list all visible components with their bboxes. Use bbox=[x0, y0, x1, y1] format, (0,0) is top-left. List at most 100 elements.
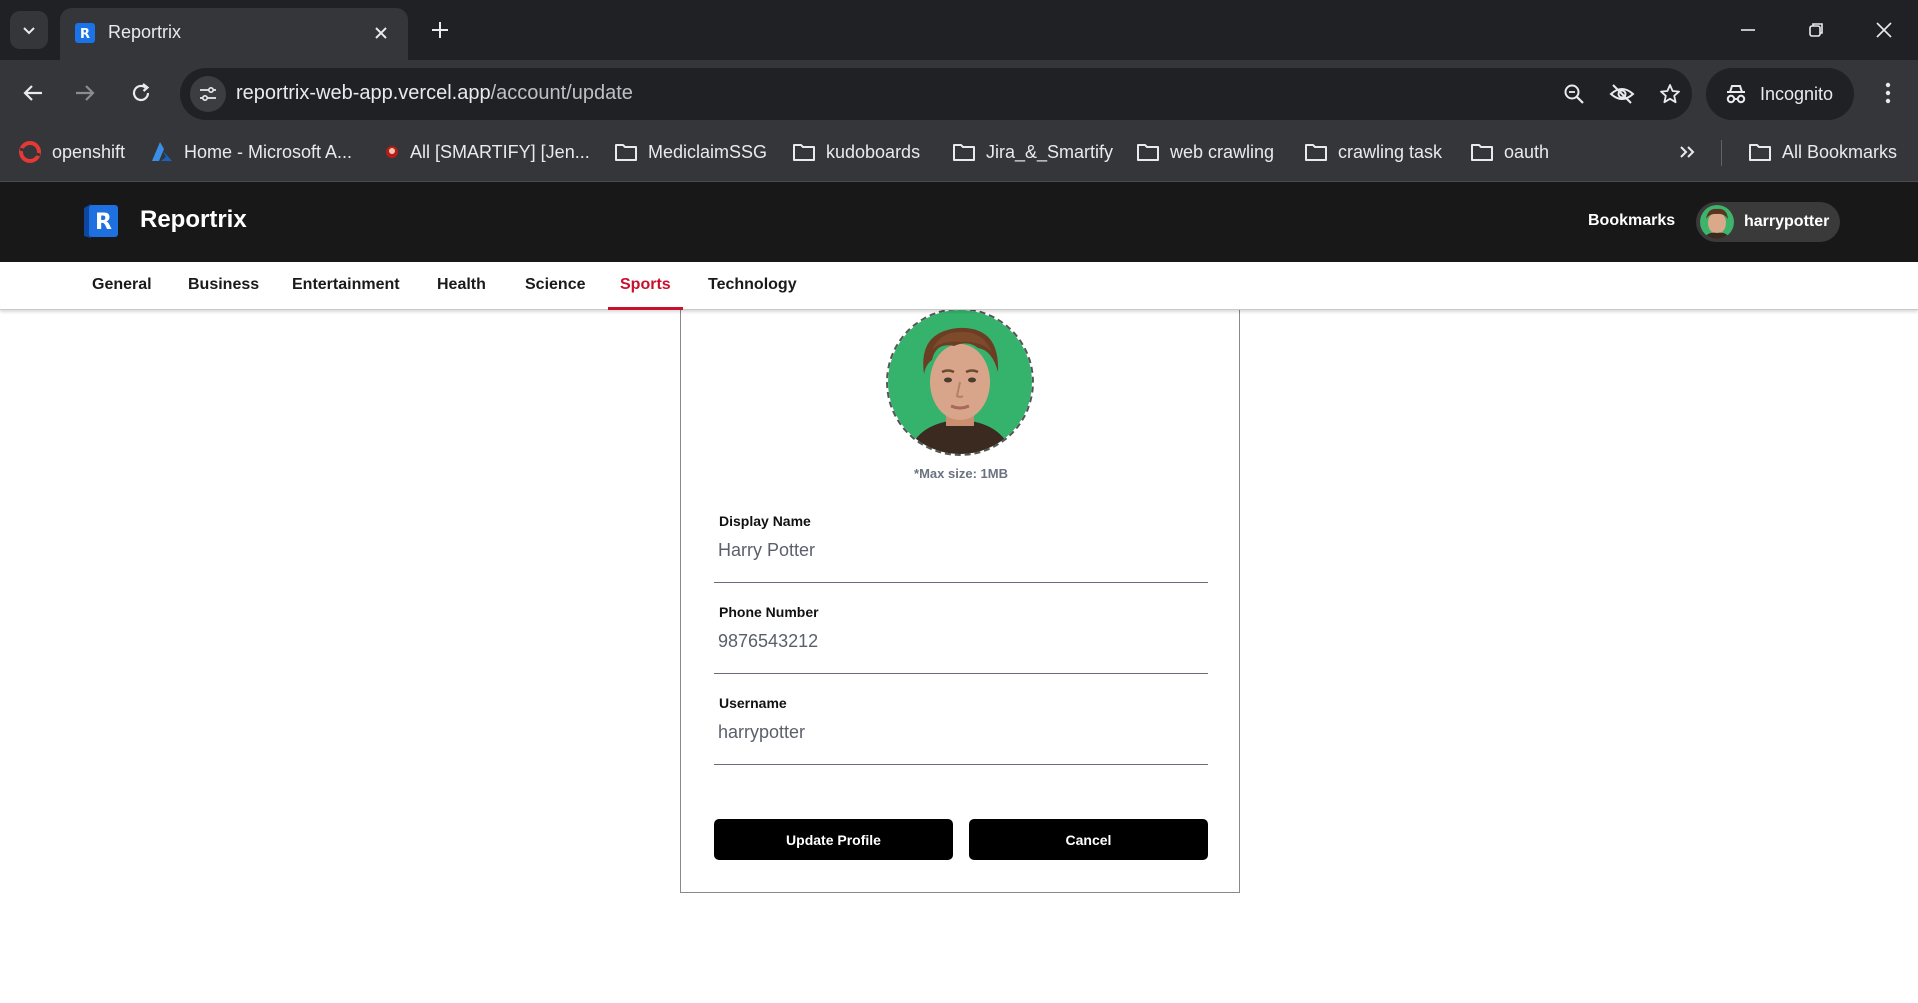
update-profile-card: *Max size: 1MB Display Name Phone Number… bbox=[680, 300, 1240, 893]
bookmark-openshift[interactable]: openshift bbox=[18, 136, 125, 168]
bookmarks-bar: openshift Home - Microsoft A... All [SMA… bbox=[0, 126, 1918, 182]
star-icon bbox=[1660, 84, 1680, 104]
folder-icon bbox=[1305, 144, 1327, 161]
bookmark-label: kudoboards bbox=[826, 141, 921, 162]
new-tab-button[interactable] bbox=[424, 14, 456, 46]
bookmark-folder-jira-smartify[interactable]: Jira_&_Smartify bbox=[952, 136, 1113, 168]
browser-tab-active[interactable]: R Reportrix bbox=[60, 8, 408, 60]
folder-icon bbox=[793, 144, 815, 161]
tab-health[interactable]: Health bbox=[425, 262, 498, 310]
brand-name[interactable]: Reportrix bbox=[140, 206, 247, 234]
eye-off-icon bbox=[1609, 84, 1635, 104]
phone-number-label: Phone Number bbox=[719, 604, 819, 620]
minimize-icon bbox=[1741, 29, 1755, 31]
logo-letter: R bbox=[95, 210, 112, 235]
back-button[interactable] bbox=[14, 74, 52, 112]
tab-title: Reportrix bbox=[108, 22, 182, 42]
bookmark-label: Home - Microsoft A... bbox=[184, 141, 353, 162]
browser-toolbar: reportrix-web-app.vercel.app/account/upd… bbox=[0, 60, 1918, 126]
user-menu-button[interactable]: harrypotter bbox=[1696, 202, 1840, 242]
tab-entertainment[interactable]: Entertainment bbox=[280, 262, 412, 310]
folder-icon bbox=[1137, 144, 1159, 161]
bookmark-label: Jira_&_Smartify bbox=[986, 141, 1114, 162]
folder-icon bbox=[953, 144, 975, 161]
bookmark-microsoft-azure[interactable]: Home - Microsoft A... bbox=[150, 136, 352, 168]
username-field: Username bbox=[714, 695, 1208, 765]
bookmark-folder-web-crawling[interactable]: web crawling bbox=[1136, 136, 1274, 168]
tab-search-button[interactable] bbox=[10, 11, 48, 49]
address-bar[interactable]: reportrix-web-app.vercel.app/account/upd… bbox=[180, 68, 1692, 120]
minimize-button[interactable] bbox=[1724, 10, 1772, 50]
site-info-button[interactable] bbox=[190, 76, 226, 112]
bookmark-label: openshift bbox=[52, 141, 126, 162]
zoom-icon bbox=[1564, 84, 1584, 104]
display-name-label: Display Name bbox=[719, 513, 811, 529]
incognito-icon bbox=[1726, 85, 1746, 104]
profile-photo bbox=[888, 310, 1032, 454]
arrow-left-icon bbox=[23, 85, 42, 101]
zoom-button[interactable] bbox=[1558, 78, 1590, 110]
display-name-input[interactable] bbox=[718, 535, 1198, 565]
url-host: reportrix-web-app.vercel.app bbox=[236, 82, 491, 104]
site-header: R Reportrix Bookmarks harrypotter bbox=[0, 182, 1918, 262]
bookmark-smartify-jenkins[interactable]: All [SMARTIFY] [Jen... bbox=[384, 136, 590, 168]
folder-icon bbox=[615, 144, 637, 161]
profile-photo-upload[interactable] bbox=[886, 308, 1034, 456]
browser-tab-bar: R Reportrix bbox=[0, 0, 1918, 60]
category-nav: General Business Entertainment Health Sc… bbox=[0, 262, 1918, 310]
bookmark-folder-kudoboards[interactable]: kudoboards bbox=[792, 136, 920, 168]
arrow-right-icon bbox=[76, 85, 95, 101]
svg-text:R: R bbox=[80, 27, 90, 42]
user-avatar-image bbox=[1700, 205, 1734, 239]
browser-menu-button[interactable] bbox=[1872, 74, 1904, 112]
restore-button[interactable] bbox=[1792, 10, 1840, 50]
bookmark-folder-crawling-task[interactable]: crawling task bbox=[1304, 136, 1442, 168]
bookmark-label: crawling task bbox=[1338, 141, 1443, 162]
all-bookmarks-button[interactable]: All Bookmarks bbox=[1748, 136, 1897, 168]
tab-technology[interactable]: Technology bbox=[696, 262, 809, 310]
bookmarks-link[interactable]: Bookmarks bbox=[1588, 212, 1675, 230]
plus-icon bbox=[432, 22, 448, 38]
incognito-indicator[interactable]: Incognito bbox=[1706, 68, 1854, 120]
folder-icon bbox=[1749, 144, 1771, 161]
reload-icon bbox=[132, 83, 150, 102]
bookmark-label: oauth bbox=[1504, 141, 1550, 162]
all-bookmarks-label: All Bookmarks bbox=[1782, 141, 1898, 162]
username-label: harrypotter bbox=[1744, 213, 1830, 230]
window-close-button[interactable] bbox=[1860, 10, 1908, 50]
cancel-button[interactable]: Cancel bbox=[969, 819, 1208, 860]
max-size-note: *Max size: 1MB bbox=[914, 466, 1008, 481]
display-name-field: Display Name bbox=[714, 513, 1208, 583]
more-vertical-icon bbox=[1885, 82, 1891, 104]
bookmark-star-button[interactable] bbox=[1654, 78, 1686, 110]
incognito-label: Incognito bbox=[1760, 83, 1834, 104]
close-icon bbox=[1876, 22, 1892, 38]
jenkins-icon bbox=[386, 146, 398, 158]
azure-icon bbox=[152, 142, 172, 161]
reportrix-favicon-icon: R bbox=[75, 23, 95, 43]
phone-number-input[interactable] bbox=[718, 626, 1198, 656]
bookmarks-overflow-button[interactable] bbox=[1678, 136, 1696, 168]
bookmark-folder-oauth[interactable]: oauth bbox=[1470, 136, 1549, 168]
forward-button[interactable] bbox=[66, 74, 104, 112]
username-input[interactable] bbox=[718, 717, 1198, 747]
username-label: Username bbox=[719, 695, 787, 711]
avatar bbox=[1700, 205, 1734, 239]
bookmarks-divider bbox=[1721, 140, 1722, 166]
tab-business[interactable]: Business bbox=[176, 262, 271, 310]
bookmark-folder-mediclaimssg[interactable]: MediclaimSSG bbox=[614, 136, 767, 168]
url-path: /account/update bbox=[490, 82, 633, 104]
tab-science[interactable]: Science bbox=[513, 262, 597, 310]
reload-button[interactable] bbox=[122, 74, 160, 112]
update-profile-button[interactable]: Update Profile bbox=[714, 819, 953, 860]
reportrix-logo-icon[interactable]: R bbox=[82, 202, 120, 240]
tune-icon bbox=[200, 86, 216, 102]
tab-sports[interactable]: Sports bbox=[608, 262, 683, 310]
url-text[interactable]: reportrix-web-app.vercel.app/account/upd… bbox=[236, 82, 633, 105]
bookmark-label: web crawling bbox=[1170, 141, 1275, 162]
tracking-protection-button[interactable] bbox=[1606, 78, 1638, 110]
tab-general[interactable]: General bbox=[80, 262, 164, 310]
chevron-down-icon bbox=[23, 27, 35, 35]
restore-icon bbox=[1809, 23, 1823, 37]
tab-close-button[interactable] bbox=[368, 20, 394, 46]
